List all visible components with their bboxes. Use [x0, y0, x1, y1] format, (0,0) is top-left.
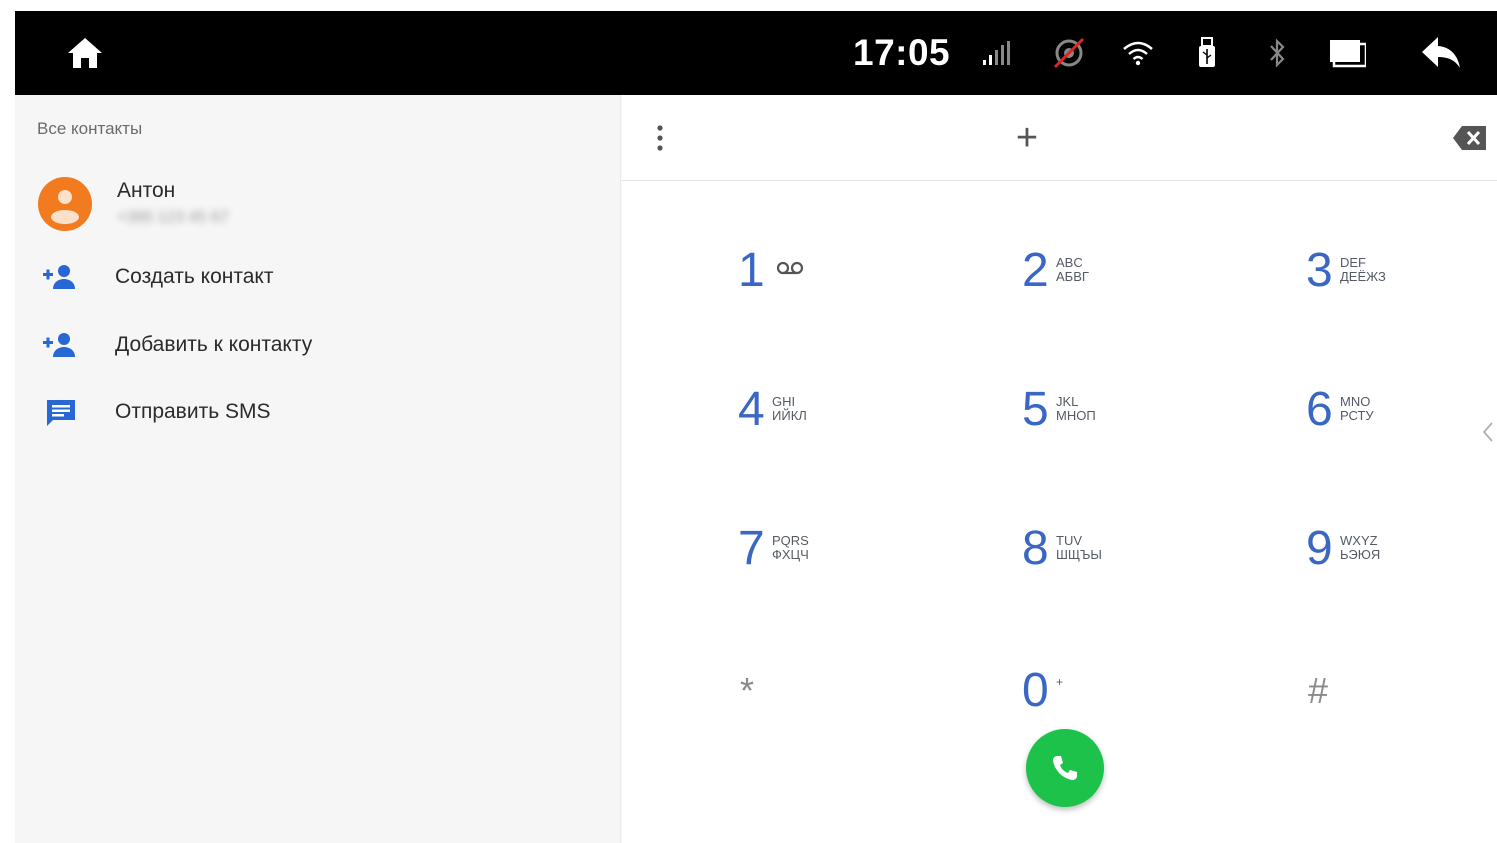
key-hash[interactable]: #	[1308, 663, 1468, 733]
key-8[interactable]: 8 TUV ШЩЪЫ	[1022, 521, 1182, 591]
key-5[interactable]: 5 JKL МНОП	[1022, 382, 1182, 452]
key-0[interactable]: 0 +	[1022, 663, 1182, 733]
call-button[interactable]	[1026, 729, 1104, 807]
key-6[interactable]: 6 MNO РСТУ	[1306, 382, 1466, 452]
key-letters: ABC АБВГ	[1056, 255, 1089, 284]
key-letters: TUV ШЩЪЫ	[1056, 533, 1102, 562]
key-digit: 5	[1022, 383, 1049, 436]
gps-off-icon	[1049, 11, 1089, 95]
action-label: Создать контакт	[115, 265, 274, 288]
action-label: Добавить к контакту	[115, 333, 313, 356]
key-letters: MNO РСТУ	[1340, 394, 1374, 423]
key-letters: WXYZ ЬЭЮЯ	[1340, 533, 1381, 562]
dial-input-bar: +	[620, 95, 1497, 181]
key-digit: *	[740, 670, 755, 711]
key-letters: +	[1056, 675, 1064, 689]
clock: 17:05	[853, 32, 951, 73]
key-1[interactable]: 1	[738, 243, 898, 313]
usb-icon	[1195, 11, 1219, 95]
message-icon	[47, 400, 75, 426]
key-digit: 6	[1306, 383, 1333, 436]
key-2[interactable]: 2 ABC АБВГ	[1022, 243, 1182, 313]
pane-divider	[620, 95, 622, 843]
key-digit: 3	[1306, 244, 1333, 297]
backspace-icon[interactable]	[1452, 125, 1488, 151]
key-letters: GHI ИЙКЛ	[772, 394, 807, 423]
key-9[interactable]: 9 WXYZ ЬЭЮЯ	[1306, 521, 1466, 591]
add-person-icon	[43, 333, 75, 357]
key-digit: 4	[738, 383, 765, 436]
home-icon[interactable]	[63, 11, 107, 95]
key-4[interactable]: 4 GHI ИЙКЛ	[738, 382, 898, 452]
contact-avatar	[38, 177, 92, 231]
chevron-left-icon[interactable]	[1481, 420, 1495, 444]
action-label: Отправить SMS	[115, 400, 271, 423]
key-digit: 0	[1022, 664, 1049, 717]
back-icon[interactable]	[1417, 11, 1465, 95]
key-digit: 1	[738, 244, 765, 297]
status-bar: 17:05	[15, 11, 1497, 95]
dialer-pane: + 1 2 ABC АБВГ 3 DEF ДЕЁЖЗ 4 GHI ИЙКЛ 5 …	[620, 95, 1497, 843]
contact-number: +380 123 45 67	[117, 209, 229, 226]
key-digit: 7	[738, 522, 765, 575]
phone-icon	[1053, 756, 1077, 780]
key-digit: 8	[1022, 522, 1049, 575]
key-letters: PQRS ФХЦЧ	[772, 533, 809, 562]
display-icon	[1327, 11, 1367, 95]
signal-icon	[981, 11, 1011, 95]
all-contacts-header: Все контакты	[37, 119, 143, 138]
bluetooth-icon	[1265, 11, 1289, 95]
send-sms-action[interactable]: Отправить SMS	[15, 388, 620, 438]
key-digit: 9	[1306, 522, 1333, 575]
key-digit: 2	[1022, 244, 1049, 297]
wifi-icon	[1121, 11, 1155, 95]
contact-item[interactable]	[15, 165, 620, 245]
key-star[interactable]: *	[740, 663, 900, 733]
key-letters: DEF ДЕЁЖЗ	[1340, 255, 1386, 284]
key-7[interactable]: 7 PQRS ФХЦЧ	[738, 521, 898, 591]
more-options-icon[interactable]	[650, 123, 670, 153]
voicemail-icon	[776, 261, 804, 275]
add-to-contact-action[interactable]: Добавить к контакту	[15, 321, 620, 371]
key-digit: #	[1308, 670, 1329, 711]
key-letters: JKL МНОП	[1056, 394, 1096, 423]
dial-input-field[interactable]: +	[1012, 119, 1042, 157]
create-contact-action[interactable]: Создать контакт	[15, 253, 620, 303]
add-person-icon	[43, 265, 75, 289]
key-3[interactable]: 3 DEF ДЕЁЖЗ	[1306, 243, 1466, 313]
contacts-pane: Все контакты Антон +380 123 45 67 Создат…	[15, 95, 620, 843]
contact-name: Антон	[117, 179, 176, 202]
